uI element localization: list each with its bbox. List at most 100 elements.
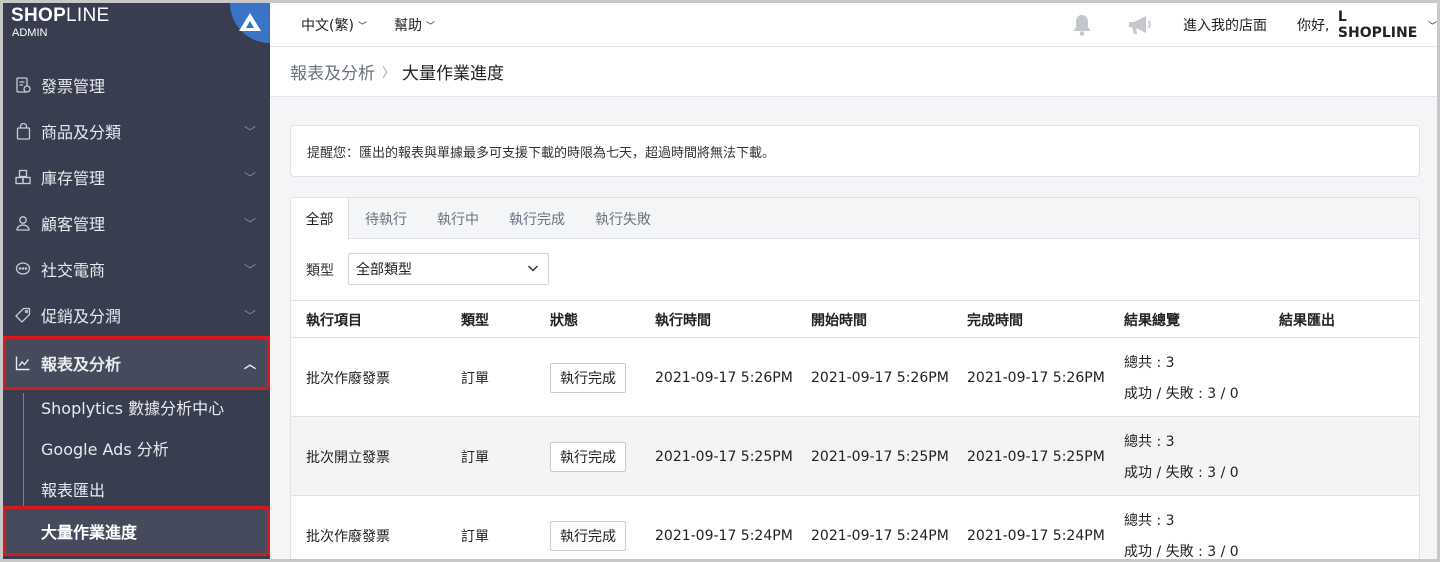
chevron-down-icon bbox=[527, 262, 539, 278]
sidebar-subitem-report-export[interactable]: 報表匯出 bbox=[3, 468, 270, 509]
column-header: 結果總覽 bbox=[1124, 313, 1180, 329]
cell-exec-time: 2021-09-17 5:25PM bbox=[655, 448, 793, 465]
brand-subtitle: ADMIN bbox=[12, 27, 48, 39]
chevron-up-icon: ︿ bbox=[244, 356, 257, 371]
sidebar-item-customers[interactable]: 顧客管理 ﹀ bbox=[3, 200, 270, 246]
brand-name: SHOPLINE bbox=[11, 5, 110, 26]
sidebar-item-inventory[interactable]: 庫存管理 ﹀ bbox=[3, 154, 270, 200]
page-title: 大量作業進度 bbox=[402, 64, 505, 84]
chart-icon bbox=[14, 354, 32, 372]
table-row: 批次開立發票 訂單 執行完成 2021-09-17 5:25PM 2021-09… bbox=[291, 417, 1419, 496]
cell-summary: 總共 : 3 成功 / 失敗 : 3 / 0 bbox=[1124, 348, 1239, 410]
app-window: SHOPLINE ADMIN 發票管理 商品及分類 ﹀ 庫存管理 ﹀ 顧客管理 … bbox=[3, 3, 1437, 559]
sidebar-item-promotions[interactable]: 促銷及分潤 ﹀ bbox=[3, 292, 270, 338]
greeting-text: 你好, bbox=[1297, 18, 1334, 34]
visit-store-link[interactable]: 進入我的店面 bbox=[1183, 3, 1267, 47]
column-header: 類型 bbox=[461, 313, 489, 329]
chevron-down-icon: ﹀ bbox=[426, 21, 436, 32]
column-header: 執行項目 bbox=[306, 313, 362, 329]
tab-failed[interactable]: 執行失敗 bbox=[588, 198, 658, 239]
type-filter-label: 類型 bbox=[306, 263, 334, 279]
cell-start-time: 2021-09-17 5:24PM bbox=[811, 527, 949, 544]
bell-icon[interactable] bbox=[1068, 11, 1096, 39]
cell-item: 批次開立發票 bbox=[306, 449, 390, 466]
tab-pending[interactable]: 待執行 bbox=[355, 198, 417, 239]
chevron-down-icon: ﹀ bbox=[244, 124, 257, 139]
brand-logo[interactable]: SHOPLINE ADMIN bbox=[11, 3, 270, 49]
status-badge: 執行完成 bbox=[550, 441, 626, 472]
cell-summary: 總共 : 3 成功 / 失敗 : 3 / 0 bbox=[1124, 427, 1239, 489]
summary-result: 成功 / 失敗 : 3 / 0 bbox=[1124, 544, 1239, 559]
summary-total: 總共 : 3 bbox=[1124, 434, 1175, 450]
tab-running[interactable]: 執行中 bbox=[427, 198, 489, 239]
help-dropdown[interactable]: 幫助 ﹀ bbox=[394, 3, 435, 47]
mountain-logo-icon bbox=[230, 3, 270, 43]
type-filter-select[interactable]: 全部類型 bbox=[348, 253, 549, 285]
cell-end-time: 2021-09-17 5:25PM bbox=[967, 448, 1105, 465]
cell-start-time: 2021-09-17 5:26PM bbox=[811, 369, 949, 386]
cell-exec-time: 2021-09-17 5:24PM bbox=[655, 527, 793, 544]
chevron-down-icon: ﹀ bbox=[1427, 21, 1437, 32]
boxes-icon bbox=[14, 168, 32, 186]
status-tabs: 全部 待執行 執行中 執行完成 執行失敗 bbox=[291, 198, 1419, 240]
sidebar: SHOPLINE ADMIN 發票管理 商品及分類 ﹀ 庫存管理 ﹀ 顧客管理 … bbox=[3, 3, 270, 559]
chevron-right-icon: 〉 bbox=[382, 66, 396, 81]
bag-icon bbox=[14, 122, 32, 140]
cell-summary: 總共 : 3 成功 / 失敗 : 3 / 0 bbox=[1124, 506, 1239, 559]
tab-completed[interactable]: 執行完成 bbox=[502, 198, 572, 239]
notice-banner: 提醒您：匯出的報表與單據最多可支援下載的時限為七天，超過時間將無法下載。 bbox=[290, 125, 1420, 177]
cell-status: 執行完成 bbox=[550, 496, 626, 559]
notice-text: 提醒您：匯出的報表與單據最多可支援下載的時限為七天，超過時間將無法下載。 bbox=[307, 145, 776, 161]
sidebar-item-social-commerce[interactable]: 社交電商 ﹀ bbox=[3, 246, 270, 292]
user-name: L SHOPLINE bbox=[1337, 9, 1418, 41]
table-header: 執行項目 類型 狀態 執行時間 開始時間 完成時間 結果總覽 結果匯出 bbox=[291, 300, 1419, 338]
tag-icon bbox=[14, 306, 32, 324]
sidebar-subitem-google-ads[interactable]: Google Ads 分析 bbox=[3, 427, 270, 468]
sidebar-item-label: 社交電商 bbox=[41, 261, 106, 280]
chevron-down-icon: ﹀ bbox=[244, 216, 257, 231]
breadcrumb-parent[interactable]: 報表及分析 bbox=[290, 59, 375, 84]
sidebar-item-label: 顧客管理 bbox=[41, 215, 106, 234]
cell-type: 訂單 bbox=[461, 449, 489, 466]
cell-end-time: 2021-09-17 5:26PM bbox=[967, 369, 1105, 386]
breadcrumb: 報表及分析 〉 大量作業進度 bbox=[270, 47, 1437, 97]
cell-start-time: 2021-09-17 5:25PM bbox=[811, 448, 949, 465]
language-label: 中文(繁) bbox=[301, 18, 354, 34]
sidebar-item-reports[interactable]: 報表及分析 ︿ bbox=[3, 336, 270, 390]
summary-result: 成功 / 失敗 : 3 / 0 bbox=[1124, 386, 1239, 402]
sidebar-item-label: 庫存管理 bbox=[41, 169, 106, 188]
table-row: 批次作廢發票 訂單 執行完成 2021-09-17 5:26PM 2021-09… bbox=[291, 338, 1419, 417]
megaphone-icon[interactable] bbox=[1126, 11, 1154, 39]
sidebar-subitem-bulk-progress[interactable]: 大量作業進度 bbox=[3, 506, 270, 556]
sidebar-item-label: 商品及分類 bbox=[41, 123, 122, 142]
column-header: 狀態 bbox=[550, 313, 578, 329]
sidebar-item-invoices[interactable]: 發票管理 bbox=[3, 62, 270, 108]
sidebar-item-products[interactable]: 商品及分類 ﹀ bbox=[3, 108, 270, 154]
status-badge: 執行完成 bbox=[550, 520, 626, 551]
table-row: 批次作廢發票 訂單 執行完成 2021-09-17 5:24PM 2021-09… bbox=[291, 496, 1419, 559]
main-content: 報表及分析 〉 大量作業進度 提醒您：匯出的報表與單據最多可支援下載的時限為七天… bbox=[270, 47, 1437, 559]
sidebar-item-label: 促銷及分潤 bbox=[41, 307, 122, 326]
cell-end-time: 2021-09-17 5:24PM bbox=[967, 527, 1105, 544]
language-dropdown[interactable]: 中文(繁) ﹀ bbox=[301, 3, 367, 47]
help-label: 幫助 bbox=[394, 18, 422, 34]
user-icon bbox=[14, 214, 32, 232]
chevron-down-icon: ﹀ bbox=[244, 170, 257, 185]
summary-total: 總共 : 3 bbox=[1124, 355, 1175, 371]
column-header: 開始時間 bbox=[811, 313, 867, 329]
user-menu[interactable]: 你好, L SHOPLINE ﹀ bbox=[1297, 3, 1437, 47]
cell-type: 訂單 bbox=[461, 528, 489, 545]
summary-result: 成功 / 失敗 : 3 / 0 bbox=[1124, 465, 1239, 481]
type-filter-value: 全部類型 bbox=[356, 262, 412, 278]
tab-all[interactable]: 全部 bbox=[291, 198, 349, 240]
cell-item: 批次作廢發票 bbox=[306, 528, 390, 545]
chevron-down-icon: ﹀ bbox=[244, 308, 257, 323]
cell-status: 執行完成 bbox=[550, 417, 626, 496]
sidebar-item-label: 發票管理 bbox=[41, 77, 106, 96]
sidebar-subitem-shoplytics[interactable]: Shoplytics 數據分析中心 bbox=[3, 386, 270, 427]
chevron-down-icon: ﹀ bbox=[357, 21, 367, 32]
summary-total: 總共 : 3 bbox=[1124, 513, 1175, 529]
column-header: 執行時間 bbox=[655, 313, 711, 329]
invoice-icon bbox=[14, 76, 32, 94]
column-header: 結果匯出 bbox=[1279, 313, 1335, 329]
